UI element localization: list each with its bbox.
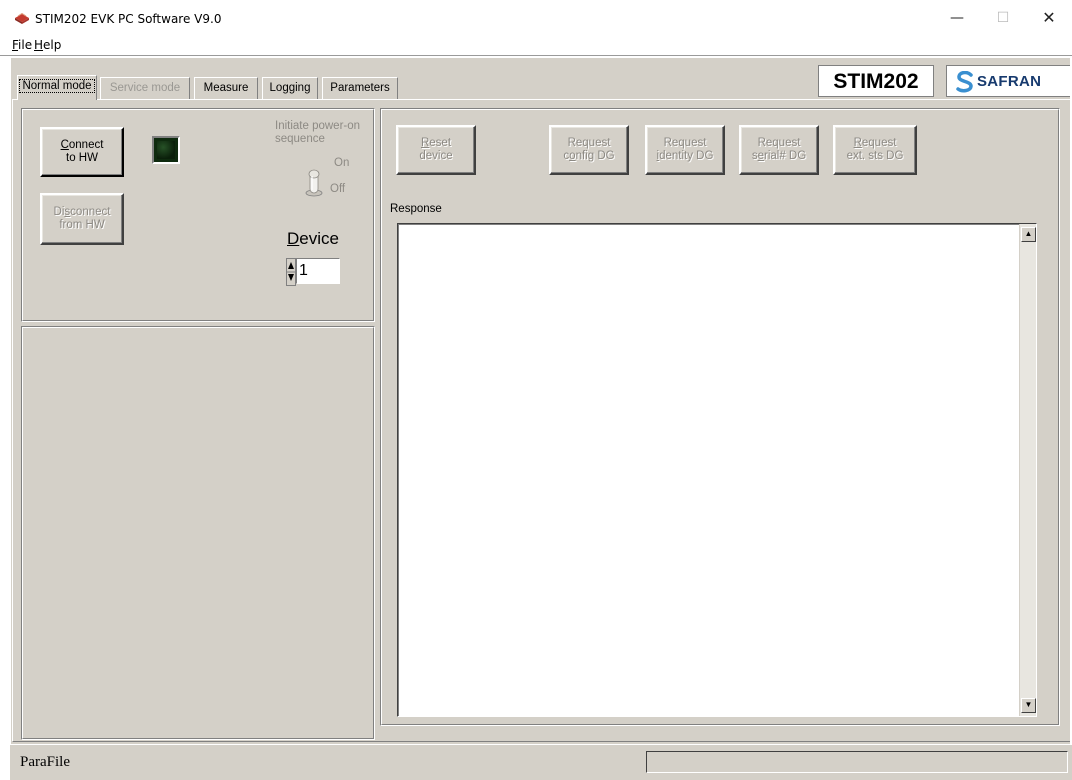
tab-parameters[interactable]: Parameters [322, 77, 398, 99]
request-ext-sts-button[interactable]: Request ext. sts DG [833, 125, 917, 175]
config-line1: Request [567, 137, 611, 149]
tab-service-mode[interactable]: Service mode [100, 77, 190, 99]
company-name: SAFRAN [977, 73, 1042, 90]
device-number-field[interactable]: 1 [296, 258, 340, 284]
device-spinner-arrows[interactable] [286, 258, 296, 286]
client-area: Normal mode Service mode Measure Logging… [10, 58, 1072, 744]
tab-parameters-label: Parameters [330, 82, 390, 94]
window-title: STIM202 EVK PC Software V9.0 [35, 12, 222, 26]
disconnect-pre: Di [53, 206, 65, 218]
extsts-label: equest [861, 137, 897, 149]
serial-line2: serial# DG [752, 150, 806, 163]
reset-label: eset [429, 137, 452, 149]
menu-file-label: ile [18, 38, 33, 52]
connect-button-line1: Connect [61, 139, 104, 152]
status-text: ParaFile [20, 754, 70, 770]
connection-status-led [152, 136, 180, 164]
identity-line2: identity DG [657, 150, 714, 163]
identity-line1: Request [663, 137, 707, 149]
status-bar: ParaFile [10, 744, 1072, 780]
menu-help-label: elp [43, 38, 62, 52]
menu-file[interactable]: File [12, 38, 32, 52]
info-panel-inner [22, 327, 374, 739]
scroll-up-arrow-icon[interactable]: ▲ [1021, 227, 1036, 242]
connect-button-line2: to HW [66, 152, 98, 164]
response-scrollbar[interactable]: ▲ ▼ [1019, 224, 1036, 716]
toggle-on-label: On [334, 157, 350, 169]
close-button[interactable]: ✕ [1026, 0, 1072, 36]
config-line2: config DG [563, 150, 614, 163]
response-panel: Reset device Request config DG Request i… [380, 108, 1060, 726]
status-field [646, 751, 1068, 773]
safran-s-icon [956, 71, 973, 93]
disconnect-button-line2: from HW [59, 219, 105, 231]
connection-panel: Connect to HW Disconnect from HW Initiat… [21, 108, 375, 322]
scroll-down-arrow-icon[interactable]: ▼ [1021, 698, 1036, 713]
menu-help[interactable]: Help [34, 38, 61, 52]
extsts-line1: Request [854, 137, 897, 150]
device-label: Device [287, 229, 339, 249]
power-on-label-line1: Initiate power-on [275, 120, 361, 132]
reset-line1: Reset [421, 137, 451, 150]
disconnect-button[interactable]: Disconnect from HW [40, 193, 124, 245]
product-logo: STIM202 [818, 65, 934, 97]
serial-line1: Request [757, 137, 801, 149]
tab-logging-label: Logging [269, 82, 311, 94]
tab-measure[interactable]: Measure [194, 77, 258, 99]
toggle-off-label: Off [330, 183, 346, 195]
menu-bar: File Help [0, 36, 1072, 56]
request-identity-button[interactable]: Request identity DG [645, 125, 725, 175]
power-on-toggle-switch[interactable] [304, 167, 324, 197]
tab-normal-mode[interactable]: Normal mode [17, 75, 97, 100]
menu-help-accel: H [34, 38, 44, 52]
reset-device-button[interactable]: Reset device [396, 125, 476, 175]
device-label-text: evice [299, 229, 339, 248]
extsts-line2: ext. sts DG [846, 150, 904, 162]
request-serial-button[interactable]: Request serial# DG [739, 125, 819, 175]
company-logo: SAFRAN [946, 65, 1072, 97]
tab-logging[interactable]: Logging [262, 77, 318, 99]
connect-label: onnect [68, 139, 104, 151]
response-textarea[interactable]: ▲ ▼ [397, 223, 1037, 717]
device-label-accel: D [287, 229, 300, 248]
reset-line2: device [419, 150, 453, 162]
response-label: Response [390, 203, 442, 215]
extsts-accel: R [853, 137, 862, 149]
disconnect-button-line1: Disconnect [54, 206, 111, 219]
power-on-label-line2: sequence [275, 133, 325, 145]
connect-accel: C [60, 139, 69, 151]
identity-rest: dentity DG [659, 150, 714, 162]
connect-button[interactable]: Connect to HW [40, 127, 124, 177]
disconnect-label: connect [70, 206, 111, 218]
config-rest: nfig DG [575, 150, 615, 162]
tab-measure-label: Measure [203, 82, 249, 94]
tab-service-mode-label: Service mode [109, 82, 181, 94]
info-panel [21, 326, 375, 740]
maximize-button[interactable]: ☐ [980, 0, 1026, 36]
app-icon [15, 12, 29, 24]
tab-normal-mode-label: Normal mode [19, 79, 95, 93]
title-bar: STIM202 EVK PC Software V9.0 — ☐ ✕ [0, 0, 1072, 36]
minimize-button[interactable]: — [934, 0, 980, 36]
power-on-label: Initiate power-on sequence [275, 120, 360, 146]
serial-rest: rial# DG [763, 150, 807, 162]
request-config-button[interactable]: Request config DG [549, 125, 629, 175]
